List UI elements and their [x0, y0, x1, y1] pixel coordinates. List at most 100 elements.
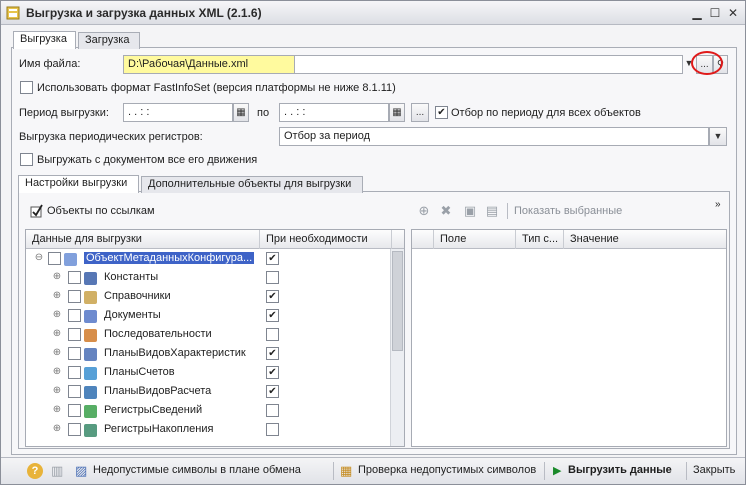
- fields-grid[interactable]: Поле Тип с... Значение: [411, 229, 727, 447]
- minimize-icon[interactable]: ▁: [689, 5, 705, 21]
- add-icon[interactable]: ⊕: [417, 204, 431, 218]
- close-button[interactable]: Закрыть: [693, 464, 735, 476]
- row-checkbox[interactable]: [68, 423, 81, 436]
- chevron-down-icon[interactable]: ▼: [709, 127, 727, 146]
- with-movements-label: Выгружать с документом все его движения: [37, 154, 258, 166]
- constants-icon: [84, 272, 97, 285]
- row-label: ОбъектМетаданныхКонфигура...: [84, 252, 255, 264]
- calculation-types-icon: [84, 386, 97, 399]
- tree-scrollbar[interactable]: [390, 249, 404, 446]
- toolbar-separator: [507, 203, 508, 219]
- invalid-symbols-button[interactable]: Недопустимые символы в плане обмена: [93, 464, 301, 476]
- fastinfoset-checkbox[interactable]: [20, 81, 33, 94]
- column-header-value[interactable]: Значение: [564, 230, 726, 249]
- period-select-button[interactable]: ...: [411, 103, 429, 122]
- tree-row[interactable]: ⊖ ОбъектМетаданныхКонфигура...: [26, 250, 396, 269]
- period-filter-checkbox[interactable]: [435, 106, 448, 119]
- row-checkbox[interactable]: [68, 385, 81, 398]
- tree-row[interactable]: ⊕ РегистрыНакопления: [26, 421, 396, 440]
- row-checkbox[interactable]: [68, 347, 81, 360]
- tab-import[interactable]: Загрузка: [78, 32, 140, 49]
- tree-row[interactable]: ⊕ Последовательности: [26, 326, 396, 345]
- row-checkbox[interactable]: [68, 309, 81, 322]
- tab-additional-objects[interactable]: Дополнительные объекты для выгрузки: [141, 176, 363, 193]
- expand-icon[interactable]: ⊕: [52, 424, 62, 434]
- need-checkbox[interactable]: [266, 423, 279, 436]
- row-checkbox[interactable]: [68, 328, 81, 341]
- periodic-registers-select[interactable]: Отбор за период: [279, 127, 709, 146]
- bottom-separator: [544, 462, 545, 480]
- expand-icon[interactable]: ⊕: [52, 348, 62, 358]
- need-checkbox[interactable]: [266, 404, 279, 417]
- show-selected-button[interactable]: Показать выбранные: [514, 205, 622, 217]
- tree-row[interactable]: ⊕ ПланыСчетов: [26, 364, 396, 383]
- row-checkbox[interactable]: [68, 404, 81, 417]
- tab-export-settings[interactable]: Настройки выгрузки: [18, 175, 139, 193]
- help-icon[interactable]: ?: [27, 463, 43, 479]
- maximize-icon[interactable]: ☐: [707, 5, 723, 21]
- sequences-icon: [84, 329, 97, 342]
- delete-icon[interactable]: ✖: [439, 204, 453, 218]
- column-header-need[interactable]: При необходимости: [260, 230, 392, 249]
- expand-icon[interactable]: ⊕: [52, 386, 62, 396]
- close-icon[interactable]: ✕: [725, 5, 741, 21]
- accumulation-registers-icon: [84, 424, 97, 437]
- bottom-command-bar: ? ▥ ▨ Недопустимые символы в плане обмен…: [1, 457, 745, 484]
- tree-row[interactable]: ⊕ Документы: [26, 307, 396, 326]
- need-checkbox[interactable]: [266, 328, 279, 341]
- need-checkbox[interactable]: [266, 271, 279, 284]
- column-header-field[interactable]: Поле: [434, 230, 516, 249]
- need-checkbox[interactable]: [266, 252, 279, 265]
- need-checkbox[interactable]: [266, 366, 279, 379]
- tree-row[interactable]: ⊕ РегистрыСведений: [26, 402, 396, 421]
- expand-icon[interactable]: ⊖: [34, 253, 44, 263]
- row-checkbox[interactable]: [68, 271, 81, 284]
- tree-row[interactable]: ⊕ Справочники: [26, 288, 396, 307]
- tab-export[interactable]: Выгрузка: [13, 31, 76, 49]
- by-refs-button[interactable]: Объекты по ссылкам: [47, 205, 155, 217]
- export-data-button[interactable]: Выгрузить данные: [568, 464, 672, 476]
- file-path-input-rest[interactable]: [295, 55, 683, 74]
- expand-icon[interactable]: ⊕: [52, 367, 62, 377]
- column-header-type[interactable]: Тип с...: [516, 230, 564, 249]
- period-to-input[interactable]: . . : :: [279, 103, 389, 122]
- tree-header: Данные для выгрузки При необходимости: [26, 230, 404, 249]
- file-path-input[interactable]: D:\Рабочая\Данные.xml: [123, 55, 295, 74]
- copy-icon[interactable]: ▣: [463, 204, 477, 218]
- period-from-input[interactable]: . . : :: [123, 103, 233, 122]
- settings-icon[interactable]: ▥: [51, 463, 63, 479]
- expand-icon[interactable]: ⊕: [52, 405, 62, 415]
- export-data-tree[interactable]: Данные для выгрузки При необходимости ⊖ О…: [25, 229, 405, 447]
- expand-icon[interactable]: ⊕: [52, 291, 62, 301]
- tree-row[interactable]: ⊕ Константы: [26, 269, 396, 288]
- row-checkbox[interactable]: [48, 252, 61, 265]
- row-label: Константы: [104, 271, 159, 283]
- calendar-icon[interactable]: ▦: [389, 103, 405, 122]
- expand-icon[interactable]: ⊕: [52, 310, 62, 320]
- calendar-icon[interactable]: ▦: [233, 103, 249, 122]
- need-checkbox[interactable]: [266, 385, 279, 398]
- duplicate-icon[interactable]: ▤: [485, 204, 499, 218]
- tree-row[interactable]: ⊕ ПланыВидовХарактеристик: [26, 345, 396, 364]
- check-symbols-button[interactable]: Проверка недопустимых символов: [358, 464, 536, 476]
- need-checkbox[interactable]: [266, 347, 279, 360]
- tree-row[interactable]: ⊕ ПланыВидовРасчета: [26, 383, 396, 402]
- more-icon[interactable]: »: [715, 199, 721, 210]
- highlight-circle: [691, 51, 723, 75]
- column-header-data[interactable]: Данные для выгрузки: [26, 230, 260, 249]
- with-movements-checkbox[interactable]: [20, 153, 33, 166]
- need-checkbox[interactable]: [266, 309, 279, 322]
- column-header-blank: [412, 230, 434, 249]
- row-checkbox[interactable]: [68, 290, 81, 303]
- period-to-label: по: [257, 107, 270, 119]
- need-checkbox[interactable]: [266, 290, 279, 303]
- check-list-icon: [30, 204, 43, 218]
- row-label: РегистрыСведений: [104, 404, 203, 416]
- row-checkbox[interactable]: [68, 366, 81, 379]
- file-label: Имя файла:: [19, 58, 81, 70]
- expand-icon[interactable]: ⊕: [52, 329, 62, 339]
- fastinfoset-label: Использовать формат FastInfoSet (версия …: [37, 82, 396, 94]
- expand-icon[interactable]: ⊕: [52, 272, 62, 282]
- scrollbar-thumb[interactable]: [392, 251, 403, 351]
- exchange-plan-icon: ▨: [75, 463, 88, 478]
